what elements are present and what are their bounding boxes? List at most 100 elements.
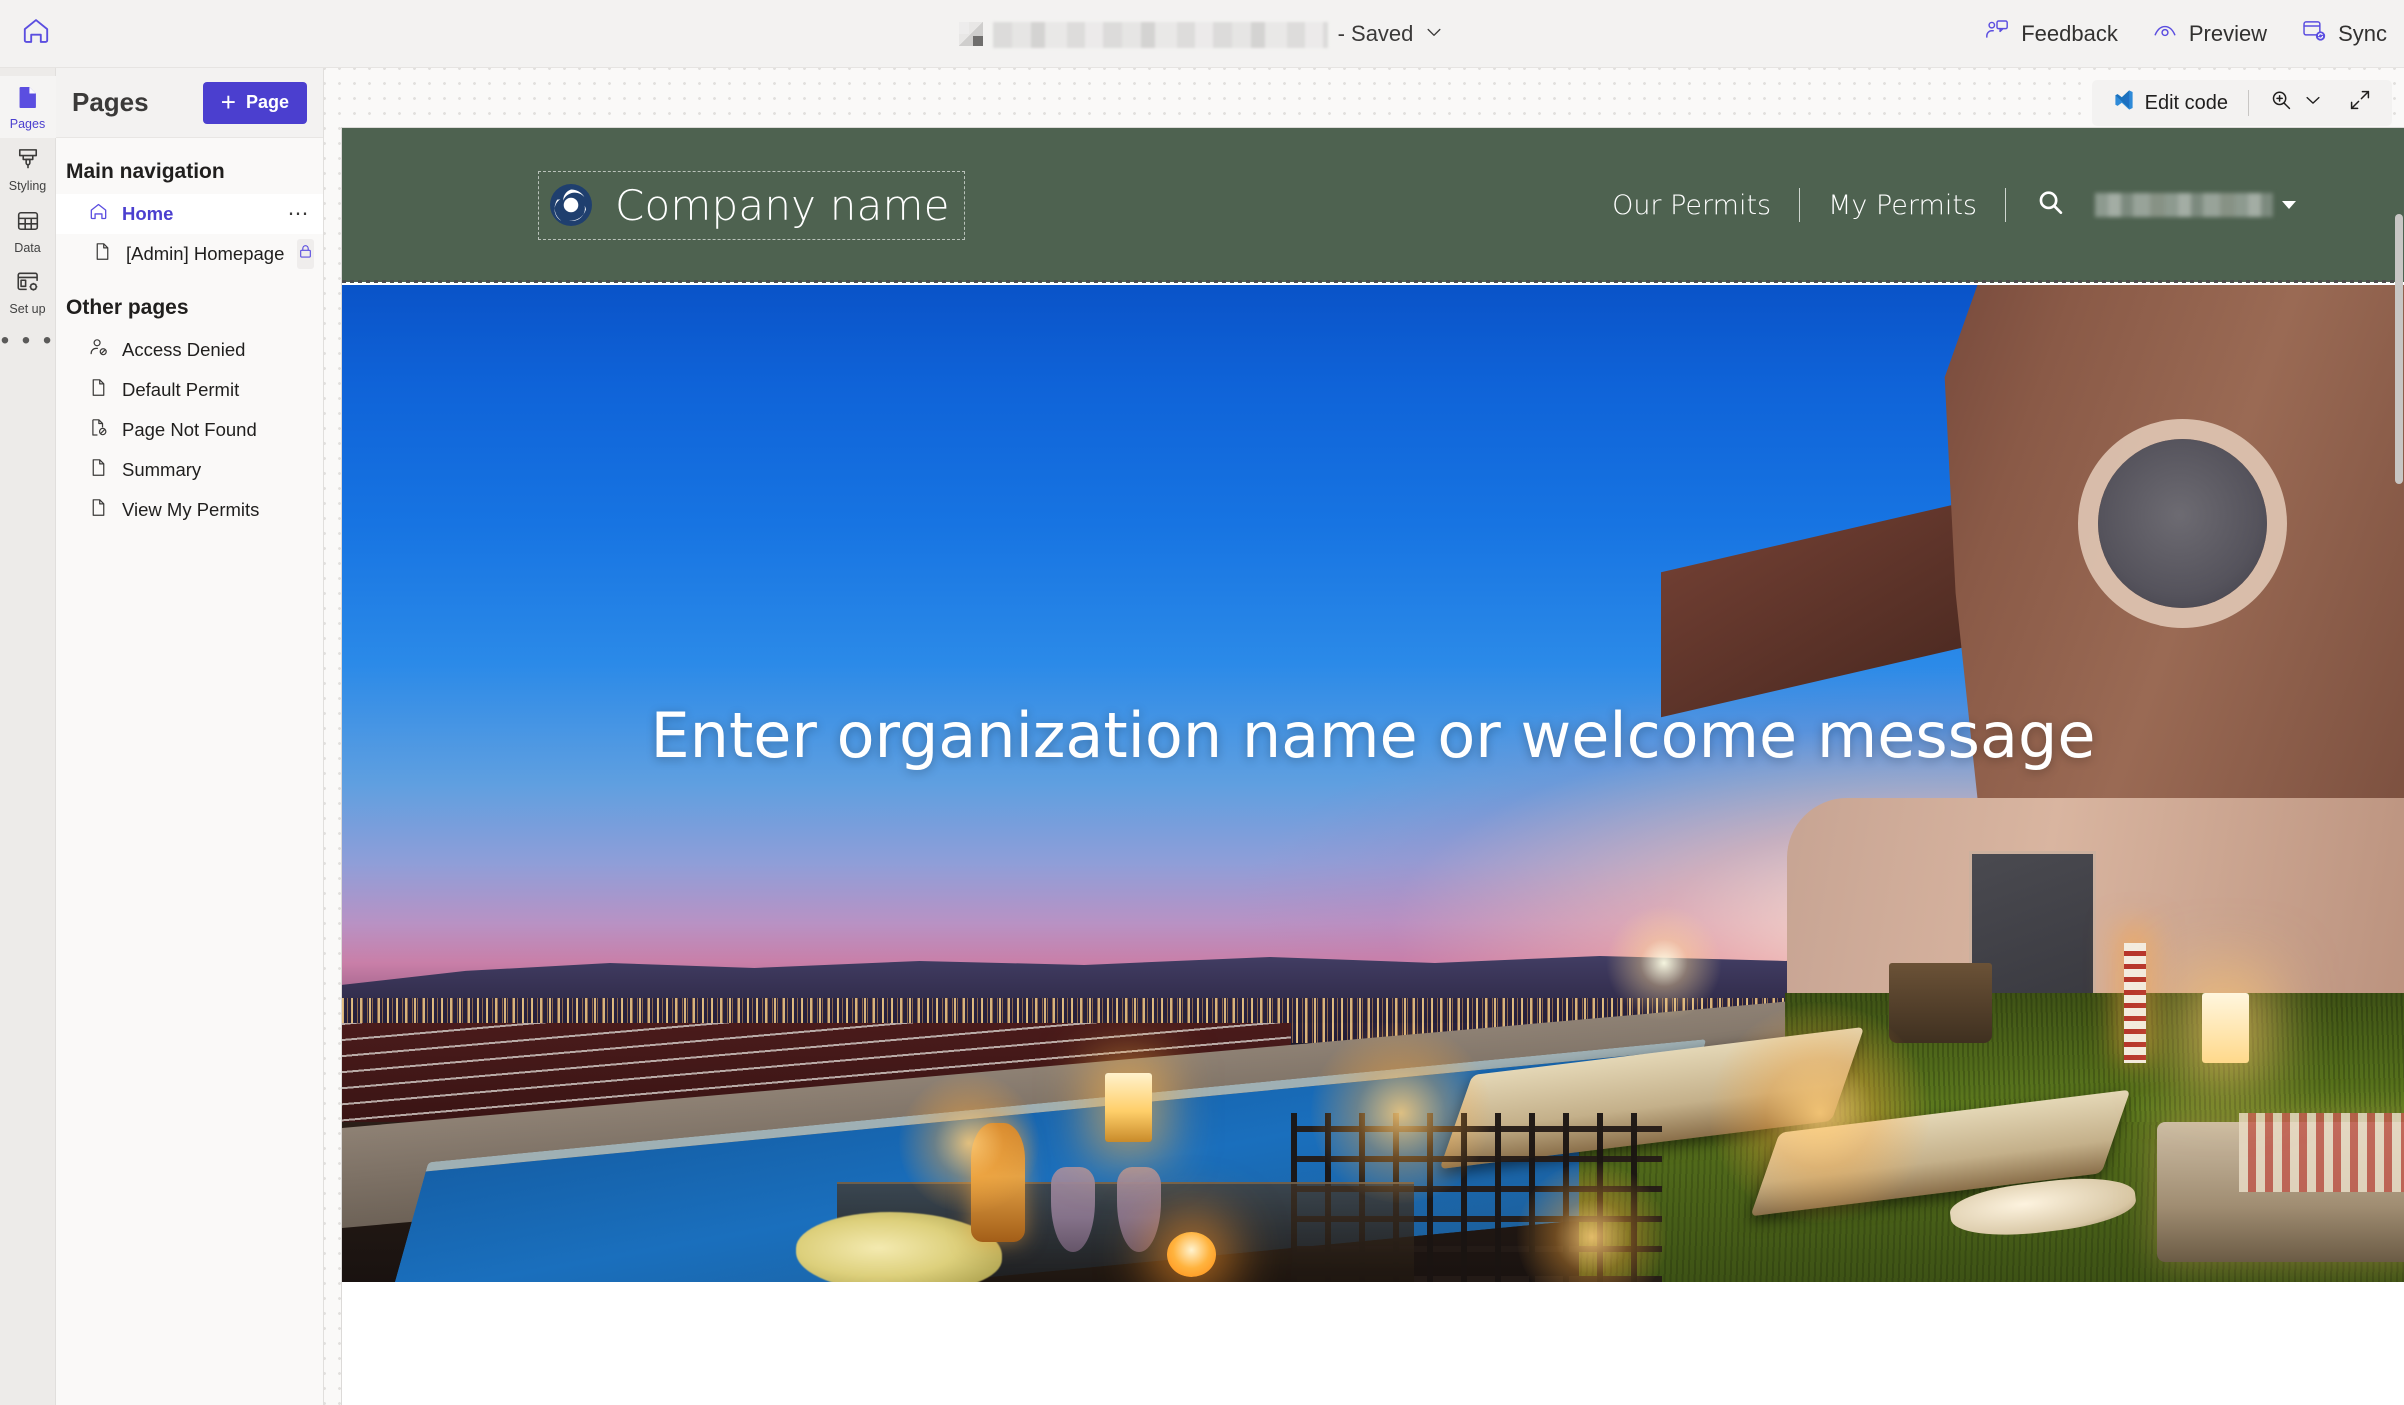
sidebar-item-home[interactable]: Home ⋯	[56, 194, 323, 234]
sidebar-item-admin-homepage-label: [Admin] Homepage	[126, 243, 285, 264]
edit-code-label: Edit code	[2144, 91, 2228, 114]
site-user-menu[interactable]	[2095, 193, 2296, 217]
expand-diagonal-icon	[2348, 88, 2372, 118]
toolbar-divider	[2248, 90, 2249, 116]
setup-gear-icon	[15, 269, 41, 300]
hero-house	[1660, 285, 2404, 1167]
striped-cushion	[2239, 1112, 2404, 1193]
chevron-down-icon	[2302, 89, 2324, 117]
sidebar-item-default-permit-label: Default Permit	[122, 379, 240, 400]
home-overflow-menu-icon[interactable]: ⋯	[288, 203, 314, 223]
sync-label: Sync	[2338, 20, 2387, 46]
rail-item-data[interactable]: Data	[0, 200, 56, 262]
sidebar-item-view-my-permits-label: View My Permits	[122, 499, 260, 520]
sidebar-item-page-not-found[interactable]: Page Not Found	[56, 410, 323, 450]
hero-title-text[interactable]: Enter organization name or welcome messa…	[342, 699, 2404, 772]
chevron-down-icon	[1424, 22, 1444, 47]
file-icon	[88, 377, 109, 403]
site-title-redacted	[992, 22, 1328, 48]
page-preview-frame: Company name Our Permits My Permits Ente…	[341, 127, 2404, 1405]
add-page-button[interactable]: + Page	[202, 81, 307, 124]
pages-panel: Pages + Page Main navigation Home ⋯ [Adm…	[56, 68, 324, 1405]
sidebar-item-admin-homepage[interactable]: [Admin] Homepage	[56, 234, 323, 274]
home-outline-icon	[88, 201, 109, 227]
other-pages-label: Other pages	[66, 296, 189, 319]
preview-scrollbar-thumb[interactable]	[2395, 214, 2403, 484]
site-search-button[interactable]	[2006, 188, 2095, 222]
planter-pot	[1888, 962, 1992, 1043]
zoom-control[interactable]	[2259, 84, 2334, 122]
paint-brush-icon	[15, 146, 41, 177]
preview-label: Preview	[2188, 20, 2268, 46]
garden-torch	[2123, 943, 2147, 1063]
power-pages-design-studio: - Saved Feedback Preview Sync Pages Styl…	[0, 0, 2404, 1405]
sidebar-item-home-label: Home	[122, 203, 174, 224]
file-icon	[88, 457, 109, 483]
add-page-label: Page	[245, 92, 289, 112]
sidebar-item-view-my-permits[interactable]: View My Permits	[56, 490, 323, 530]
sync-button[interactable]: Sync	[2284, 10, 2404, 58]
workspace: Pages Styling Data Set up • • • Pages + …	[0, 68, 2404, 1405]
zoom-in-icon	[2269, 88, 2293, 118]
sidebar-item-summary[interactable]: Summary	[56, 450, 323, 490]
top-app-bar: - Saved Feedback Preview Sync	[0, 0, 2404, 68]
main-navigation-label: Main navigation	[66, 160, 225, 183]
sidebar-item-default-permit[interactable]: Default Permit	[56, 370, 323, 410]
rail-label-pages: Pages	[9, 117, 46, 131]
title-chevron-button[interactable]	[1423, 23, 1445, 45]
design-canvas: Edit code Company name Our Permits My Pe…	[324, 68, 2404, 1405]
pages-panel-header: Pages + Page	[56, 68, 323, 138]
rail-label-styling: Styling	[8, 178, 47, 193]
file-icon	[88, 497, 109, 523]
home-button[interactable]	[0, 0, 72, 68]
file-blocked-icon	[88, 417, 109, 443]
eye-preview-icon	[2152, 18, 2178, 50]
nav-link-my-permits[interactable]: My Permits	[1800, 190, 2005, 221]
rail-item-styling[interactable]: Styling	[0, 138, 56, 200]
circle-swirl-logo-icon	[549, 183, 593, 227]
decanter-bottle	[970, 1122, 1025, 1243]
left-rail: Pages Styling Data Set up • • •	[0, 68, 56, 1405]
vscode-icon	[2112, 88, 2136, 118]
top-bar-actions: Feedback Preview Sync	[1967, 0, 2404, 68]
search-icon	[2036, 188, 2065, 222]
house-awning	[1660, 497, 1984, 718]
feedback-label: Feedback	[2021, 20, 2118, 46]
person-blocked-icon	[88, 337, 109, 363]
caret-down-icon	[2282, 201, 2296, 209]
candle	[1166, 1232, 1217, 1278]
home-icon	[20, 15, 52, 52]
lantern	[1104, 1072, 1153, 1143]
sidebar-item-access-denied[interactable]: Access Denied	[56, 330, 323, 370]
lantern	[2201, 992, 2250, 1063]
feedback-icon	[1984, 18, 2010, 50]
plus-icon: +	[220, 86, 236, 117]
lock-button[interactable]	[297, 239, 315, 269]
lock-icon	[297, 243, 314, 265]
preview-button[interactable]: Preview	[2135, 10, 2284, 58]
site-favicon	[958, 22, 983, 46]
rail-item-pages[interactable]: Pages	[0, 76, 56, 138]
user-name-redacted	[2095, 193, 2273, 217]
sidebar-item-page-not-found-label: Page Not Found	[122, 419, 257, 440]
file-icon	[92, 241, 113, 267]
brand-name-label: Company name	[615, 180, 950, 230]
nav-link-our-permits[interactable]: Our Permits	[1584, 190, 1799, 221]
page-title: Pages	[72, 87, 149, 117]
rail-more-button[interactable]: • • •	[0, 323, 56, 367]
rail-label-setup: Set up	[9, 302, 46, 317]
feedback-button[interactable]: Feedback	[1967, 10, 2135, 58]
site-header: Company name Our Permits My Permits	[342, 128, 2404, 283]
page-file-icon	[15, 84, 41, 115]
canvas-toolbar: Edit code	[2091, 80, 2392, 126]
brand-block[interactable]: Company name	[538, 170, 965, 240]
table-grid-icon	[15, 208, 41, 239]
house-round-window	[2097, 438, 2268, 609]
rail-label-data: Data	[14, 240, 41, 255]
hero-section[interactable]: Enter organization name or welcome messa…	[342, 282, 2404, 1282]
rail-item-setup[interactable]: Set up	[0, 261, 56, 323]
edit-code-button[interactable]: Edit code	[2102, 84, 2238, 122]
sync-icon	[2301, 18, 2327, 50]
save-status-label: - Saved	[1337, 21, 1414, 46]
expand-canvas-button[interactable]	[2338, 84, 2382, 122]
